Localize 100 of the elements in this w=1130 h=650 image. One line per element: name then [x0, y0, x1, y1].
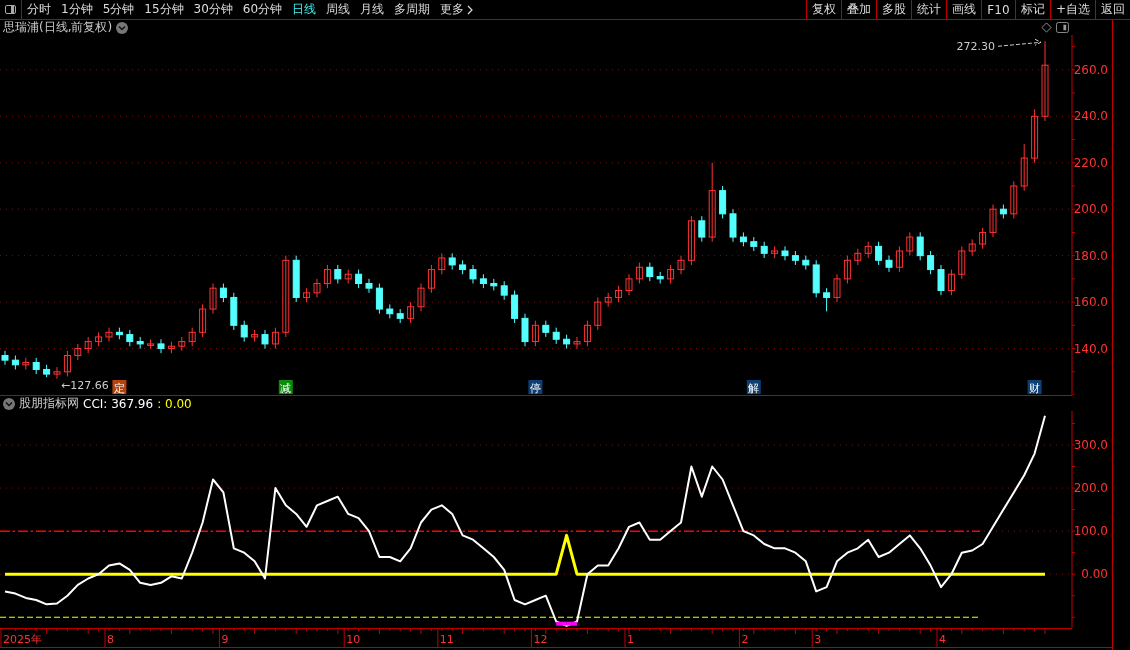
candle: [552, 327, 560, 345]
price-axis-label: 140.0: [1073, 341, 1108, 356]
dropdown-icon[interactable]: [116, 21, 129, 34]
candle: [261, 329, 269, 350]
period-tab[interactable]: 周线: [321, 0, 356, 19]
toolbar-button[interactable]: 返回: [1095, 0, 1130, 19]
candle: [511, 290, 519, 324]
candle: [334, 264, 342, 284]
candle: [667, 264, 675, 284]
period-tab[interactable]: 60分钟: [237, 0, 288, 19]
candle: [448, 252, 456, 271]
panel-toggle-icon[interactable]: [1056, 22, 1069, 33]
candle: [677, 255, 685, 275]
candle: [906, 231, 914, 257]
indicator-axis-label: 200.0: [1073, 481, 1108, 496]
candle: [760, 241, 768, 259]
candle: [188, 327, 196, 347]
candle: [84, 336, 92, 354]
candle: [22, 357, 30, 370]
candle: [157, 338, 165, 354]
date-label: 10: [346, 633, 361, 646]
candle: [656, 271, 664, 284]
candle: [365, 278, 373, 294]
candle: [958, 245, 966, 280]
period-tab[interactable]: 更多: [435, 0, 479, 19]
candle: [1010, 180, 1018, 219]
period-tab[interactable]: 月线: [355, 0, 390, 19]
toolbar-button[interactable]: 统计: [910, 0, 946, 19]
toolbar-button[interactable]: 画线: [945, 0, 981, 19]
candle: [583, 320, 591, 347]
candle: [979, 227, 987, 250]
toolbar-button[interactable]: 叠加: [840, 0, 876, 19]
price-axis-label: 160.0: [1073, 295, 1108, 310]
arrow-icon: [997, 38, 1042, 47]
candle: [386, 303, 394, 319]
toolbar-button[interactable]: 标记: [1014, 0, 1050, 19]
candle: [500, 280, 508, 301]
price-axis-label: 220.0: [1073, 155, 1108, 170]
candle: [864, 241, 872, 259]
candle: [469, 264, 477, 284]
event-marker[interactable]: 减: [278, 380, 293, 395]
date-label: 2025年: [3, 633, 42, 646]
candle: [230, 292, 238, 331]
candle: [1020, 143, 1028, 192]
candle: [167, 341, 175, 354]
candle: [916, 231, 924, 261]
indicator-axis-label: 100.0: [1073, 524, 1108, 539]
candle: [625, 273, 633, 296]
candle: [32, 357, 40, 375]
candle: [240, 320, 248, 343]
event-marker[interactable]: 解: [746, 380, 761, 395]
candle: [646, 262, 654, 282]
date-label: 12: [533, 633, 548, 646]
candle: [271, 327, 279, 350]
candle: [11, 355, 19, 370]
candle: [698, 215, 706, 243]
date-label: 11: [439, 633, 454, 646]
candle: [459, 259, 467, 275]
candle: [937, 264, 945, 296]
period-tab[interactable]: 5分钟: [97, 0, 140, 19]
dropdown-icon[interactable]: [3, 397, 15, 410]
period-tab[interactable]: 15分钟: [139, 0, 189, 19]
toolbar-button[interactable]: 复权: [805, 0, 841, 19]
price-axis-label: 200.0: [1073, 202, 1108, 217]
candle: [812, 259, 820, 298]
candle: [521, 313, 529, 347]
toolbar-button[interactable]: F10: [980, 0, 1015, 19]
candle: [542, 320, 550, 338]
period-tab[interactable]: 分时: [22, 0, 56, 19]
candle: [147, 338, 155, 350]
period-tab[interactable]: 日线: [287, 0, 322, 19]
event-marker[interactable]: 财: [1027, 380, 1042, 395]
date-label: 9: [221, 633, 229, 646]
toolbar-button[interactable]: +自选: [1049, 0, 1095, 19]
indicator-axis-label: 0.00: [1081, 567, 1108, 582]
diamond-icon[interactable]: [1041, 22, 1052, 33]
candle: [1, 350, 9, 366]
period-tab[interactable]: 30分钟: [188, 0, 238, 19]
date-label: 4: [939, 633, 946, 646]
candle: [968, 238, 976, 257]
candle: [323, 264, 331, 289]
candle: [895, 245, 903, 273]
candle: [219, 283, 227, 303]
candle: [823, 287, 831, 312]
candle: [739, 231, 747, 247]
period-tab[interactable]: 1分钟: [56, 0, 98, 19]
candle: [1031, 108, 1039, 164]
candle: [594, 296, 602, 331]
candle: [209, 283, 217, 315]
event-marker[interactable]: 停: [528, 380, 543, 395]
candle: [427, 264, 435, 294]
candle: [438, 252, 446, 275]
event-marker[interactable]: 定: [112, 380, 127, 395]
toolbar-button[interactable]: 多股: [875, 0, 911, 19]
candle: [115, 327, 123, 340]
period-tab[interactable]: 多周期: [389, 0, 436, 19]
chevron-right-icon: [467, 4, 474, 15]
candle: [95, 331, 103, 347]
candle: [251, 329, 259, 343]
candle: [573, 336, 581, 350]
